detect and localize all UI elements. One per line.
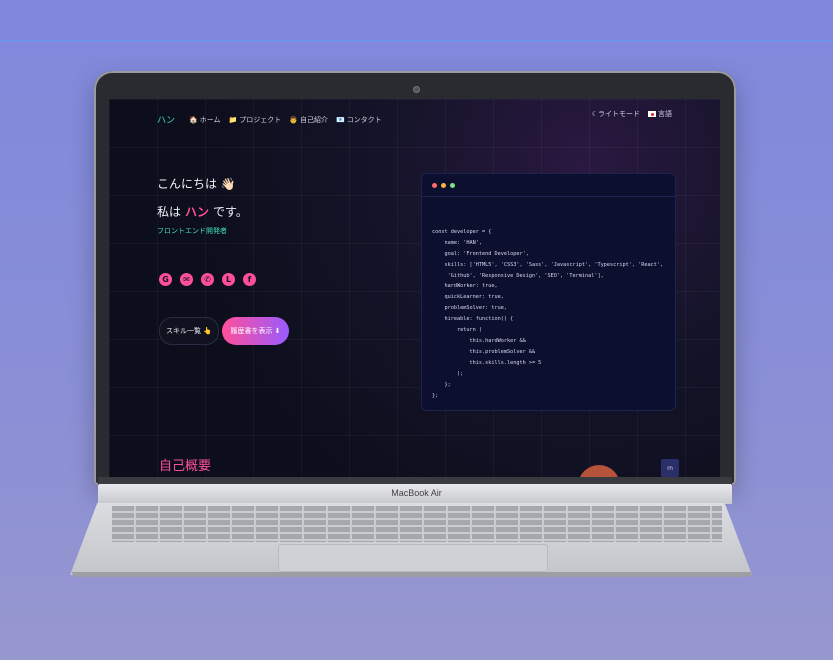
laptop-screen: ハン 🏠 ホーム 📁 プロジェクト 👨 自己紹介 📧 コンタクト ☾ライトモード 言語 … xyxy=(109,99,720,477)
top-guide-line xyxy=(0,40,833,41)
role-subtitle: フロントエンド開発者 xyxy=(157,227,227,235)
code-line: goal: 'Frontend Developer', xyxy=(432,250,529,257)
code-line: return ( xyxy=(432,327,482,334)
nav-item-contact[interactable]: 📧 コンタクト xyxy=(336,115,382,125)
code-line: 'Github', 'Responsive Design', 'SEO', 'T… xyxy=(432,272,604,279)
nav-item-home[interactable]: 🏠 ホーム xyxy=(189,115,221,125)
house-icon: 🏠 xyxy=(189,115,198,124)
code-block: const developer = { name: 'HAN', goal: '… xyxy=(432,216,663,423)
laptop-base xyxy=(72,572,752,577)
code-line: problemSolver: true, xyxy=(432,305,507,312)
theme-label: ライトモード xyxy=(598,110,640,118)
nav-label: 自己紹介 xyxy=(299,115,328,124)
nav-label: コンタクト xyxy=(346,115,382,124)
trackpad xyxy=(278,544,548,572)
flag-jp-icon xyxy=(648,111,656,117)
facebook-icon[interactable]: f xyxy=(243,273,256,286)
hero-name: ハン xyxy=(185,205,210,219)
nav-label: ホーム xyxy=(199,115,221,124)
code-line: }; xyxy=(432,392,439,399)
about-heading: 自己概要 xyxy=(159,459,212,474)
language-selector[interactable]: 言語 xyxy=(648,109,672,119)
top-nav: ハン 🏠 ホーム 📁 プロジェクト 👨 自己紹介 📧 コンタクト xyxy=(157,113,382,127)
nav-item-projects[interactable]: 📁 プロジェクト xyxy=(229,115,282,125)
code-line: const developer = { xyxy=(432,228,492,235)
nav-item-about[interactable]: 👨 自己紹介 xyxy=(289,115,328,125)
code-line: ); xyxy=(432,370,464,377)
person-icon: 👨 xyxy=(289,115,298,124)
resume-button[interactable]: 履歴書を表示 ⬇ xyxy=(222,317,289,345)
window-dot-red xyxy=(432,182,437,188)
model-label: MacBook Air xyxy=(391,488,442,498)
intro-suffix: です。 xyxy=(213,205,248,219)
phone-icon[interactable]: ✆ xyxy=(201,273,214,286)
window-dot-yellow xyxy=(441,182,446,188)
envelope-icon: 📧 xyxy=(335,115,345,124)
keyboard-keys xyxy=(112,506,722,542)
code-window: const developer = { name: 'HAN', goal: '… xyxy=(421,173,676,411)
code-line: skills: ['HTML5', 'CSS3', 'Sass', 'Javas… xyxy=(432,261,664,268)
skills-button[interactable]: スキル一覧 👆 xyxy=(159,317,219,345)
mail-icon[interactable]: ✉ xyxy=(180,273,193,286)
language-label: 言語 xyxy=(658,110,672,118)
camera-icon xyxy=(413,86,420,93)
code-line: hardWorker: true, xyxy=(432,283,498,290)
greeting: こんにちは 👋🏻 xyxy=(157,177,236,191)
code-line: }; xyxy=(432,381,451,388)
folder-icon: 📁 xyxy=(228,115,238,124)
nav-label: プロジェクト xyxy=(239,115,282,124)
intro-prefix: 私は xyxy=(157,205,182,219)
nav-right: ☾ライトモード 言語 xyxy=(592,109,672,119)
code-line: this.problemSolver && xyxy=(432,348,536,355)
social-links: G ✉ ✆ L f xyxy=(159,273,256,286)
code-window-header xyxy=(422,174,675,197)
github-icon[interactable]: G xyxy=(159,273,172,286)
code-line: this.skills.length >= 5 xyxy=(432,359,542,366)
line-icon[interactable]: L xyxy=(222,273,235,286)
code-line: name: 'HAN', xyxy=(432,239,482,246)
code-line: hireable: function() { xyxy=(432,316,514,323)
corner-badge[interactable]: m xyxy=(661,459,679,477)
intro-line: 私は ハン です。 xyxy=(157,203,248,220)
window-dot-green xyxy=(450,182,455,188)
theme-toggle[interactable]: ☾ライトモード xyxy=(592,109,640,119)
code-line: this.hardWorker && xyxy=(432,337,526,344)
site-logo[interactable]: ハン xyxy=(157,113,175,126)
code-line: quickLearner: true, xyxy=(432,294,504,301)
